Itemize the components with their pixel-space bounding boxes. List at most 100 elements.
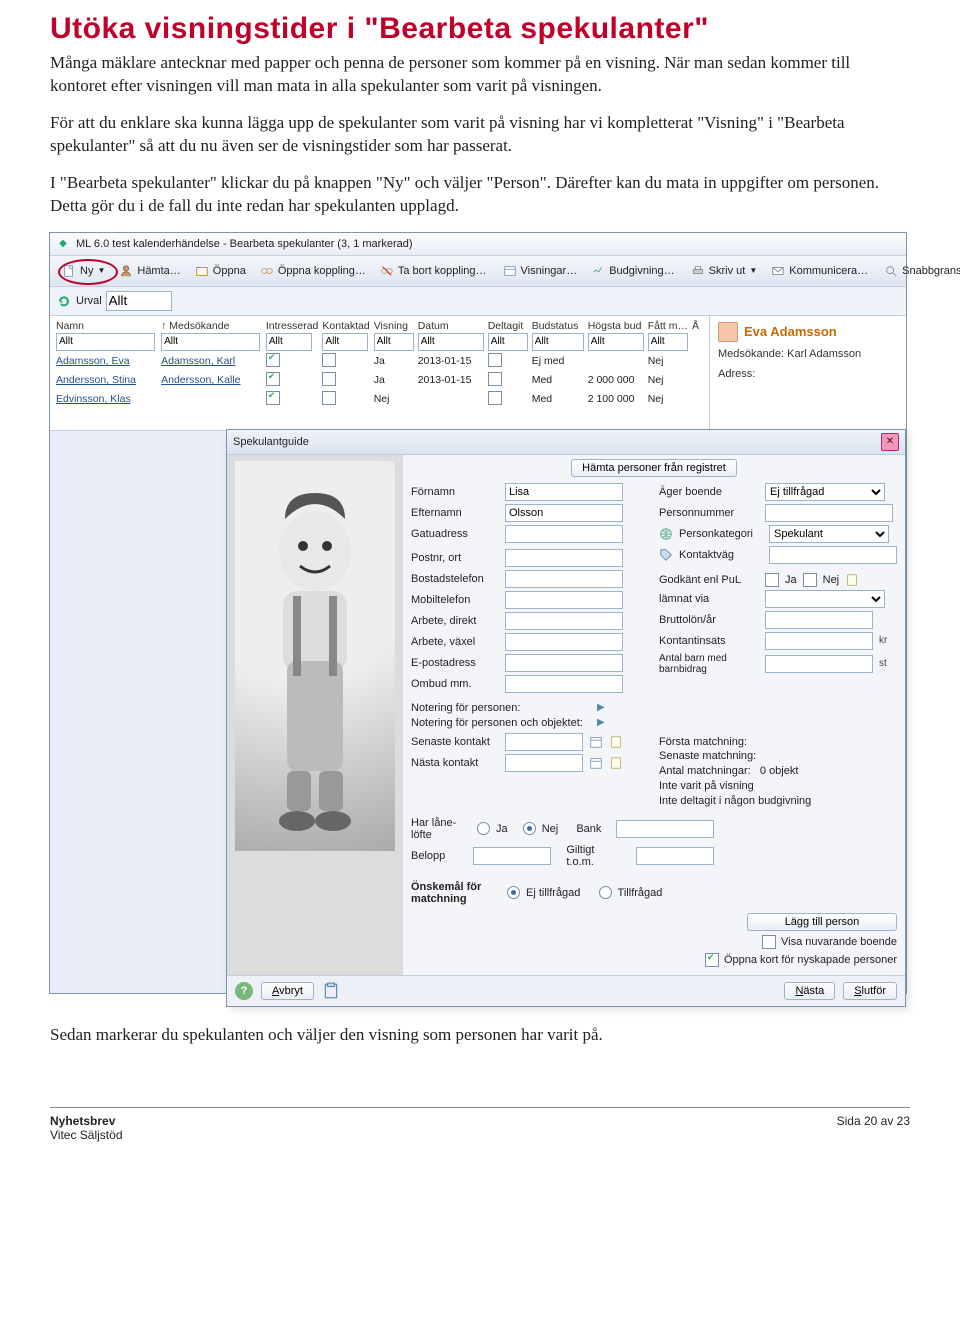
- avatar-icon: [718, 322, 738, 342]
- arbete-direkt-input[interactable]: [505, 612, 623, 630]
- filter-fat[interactable]: [648, 333, 688, 351]
- bank-input[interactable]: [616, 820, 714, 838]
- visningar-button[interactable]: Visningar…: [497, 262, 584, 280]
- onsk-till-radio[interactable]: [599, 886, 612, 899]
- kontant-input[interactable]: [765, 632, 873, 650]
- page-title: Utöka visningstider i "Bearbeta spekulan…: [50, 12, 910, 46]
- filter-hog[interactable]: [588, 333, 644, 351]
- belopp-input[interactable]: [473, 847, 551, 865]
- kontaktvag-input[interactable]: [769, 546, 897, 564]
- footer-page: Sida 20 av 23: [837, 1114, 910, 1142]
- personnr-input[interactable]: [765, 504, 893, 522]
- hamta-button[interactable]: Hämta…: [113, 262, 186, 280]
- help-icon[interactable]: ?: [235, 982, 253, 1000]
- checkbox[interactable]: [266, 391, 280, 405]
- epost-input[interactable]: [505, 654, 623, 672]
- filter-kont[interactable]: [322, 333, 368, 351]
- ager-select[interactable]: Ej tillfrågad: [765, 483, 885, 501]
- table-row[interactable]: Adamsson, EvaAdamsson, Karl Ja2013-01-15…: [56, 352, 703, 371]
- tag-icon[interactable]: [659, 548, 673, 562]
- giltig-input[interactable]: [636, 847, 714, 865]
- senaste-kontakt-input[interactable]: [505, 733, 583, 751]
- new-icon: [62, 264, 76, 278]
- mobil-input[interactable]: [505, 591, 623, 609]
- calendar-icon[interactable]: [589, 735, 603, 749]
- globe-icon[interactable]: [659, 527, 673, 541]
- lanelofte-nej-radio[interactable]: [523, 822, 536, 835]
- calendar-icon[interactable]: [589, 756, 603, 770]
- checkbox[interactable]: [266, 372, 280, 386]
- nasta-kontakt-input[interactable]: [505, 754, 583, 772]
- broker-name: Eva Adamsson: [744, 324, 837, 339]
- oppna-button[interactable]: Öppna: [189, 262, 252, 280]
- filter-intr[interactable]: [266, 333, 312, 351]
- checkbox[interactable]: [322, 391, 336, 405]
- antalbarn-input[interactable]: [765, 655, 873, 673]
- bidding-icon: [591, 264, 605, 278]
- checkbox[interactable]: [488, 353, 502, 367]
- footer-subtitle: Vitec Säljstöd: [50, 1128, 123, 1142]
- filter-bud[interactable]: [532, 333, 584, 351]
- slutfor-button[interactable]: Slutför: [843, 982, 897, 1000]
- tabort-koppling-button[interactable]: Ta bort koppling…: [374, 262, 493, 280]
- filter-vis[interactable]: [374, 333, 414, 351]
- refresh-icon[interactable]: [56, 293, 72, 309]
- broker-card: Eva Adamsson: [718, 322, 898, 342]
- nasta-button[interactable]: Nästa: [784, 982, 835, 1000]
- pul-ja-check[interactable]: [765, 573, 779, 587]
- grid-filter-row: [56, 332, 703, 352]
- note-icon[interactable]: [845, 573, 859, 587]
- budgivning-button[interactable]: Budgivning…: [585, 262, 680, 280]
- checkbox[interactable]: [322, 372, 336, 386]
- matching-info: Första matchning: Senaste matchning: Ant…: [659, 735, 897, 809]
- table-row[interactable]: Edvinsson, Klas Nej Med2 100 000Nej: [56, 390, 703, 409]
- filter-delt[interactable]: [488, 333, 528, 351]
- dialog-title: Spekulantguide: [233, 436, 309, 448]
- ombud-input[interactable]: [505, 675, 623, 693]
- table-row[interactable]: Andersson, StinaAndersson, Kalle Ja2013-…: [56, 371, 703, 390]
- note-icon[interactable]: [609, 756, 623, 770]
- lanelofte-ja-radio[interactable]: [477, 822, 490, 835]
- after-paragraph: Sedan markerar du spekulanten och väljer…: [50, 1024, 910, 1047]
- preview-icon: [884, 264, 898, 278]
- kommunicera-button[interactable]: Kommunicera…: [765, 262, 874, 280]
- filter-med[interactable]: [161, 333, 260, 351]
- checkbox[interactable]: [266, 353, 280, 367]
- snabbgranska-button[interactable]: Snabbgrans: [878, 262, 960, 280]
- personkategori-select[interactable]: Spekulant: [769, 525, 889, 543]
- urval-input[interactable]: [106, 291, 172, 311]
- postnr-input[interactable]: [505, 549, 623, 567]
- oppna-koppling-button[interactable]: Öppna koppling…: [254, 262, 372, 280]
- gatuadress-input[interactable]: [505, 525, 623, 543]
- checkbox[interactable]: [488, 391, 502, 405]
- onsk-ej-radio[interactable]: [507, 886, 520, 899]
- expand-icon[interactable]: ▶: [597, 702, 605, 713]
- bostadstelefon-input[interactable]: [505, 570, 623, 588]
- arbete-vaxel-input[interactable]: [505, 633, 623, 651]
- fornamn-input[interactable]: [505, 483, 623, 501]
- brutto-input[interactable]: [765, 611, 873, 629]
- clipboard-icon[interactable]: [322, 982, 340, 1000]
- note-icon[interactable]: [609, 735, 623, 749]
- communicate-icon: [771, 264, 785, 278]
- lamnatvia-select[interactable]: [765, 590, 885, 608]
- speculator-grid: Namn↑ Medsökande IntresseradKontaktad Vi…: [50, 316, 709, 430]
- close-button[interactable]: ✕: [881, 433, 899, 451]
- filter-namn[interactable]: [56, 333, 155, 351]
- open-icon: [195, 264, 209, 278]
- main-content: Namn↑ Medsökande IntresseradKontaktad Vi…: [50, 316, 906, 431]
- window-titlebar: ◆ ML 6.0 test kalenderhändelse - Bearbet…: [50, 233, 906, 256]
- expand-icon[interactable]: ▶: [597, 717, 605, 728]
- visa-boende-check[interactable]: [762, 935, 776, 949]
- filter-datum[interactable]: [418, 333, 484, 351]
- fetch-registry-button[interactable]: Hämta personer från registret: [571, 459, 737, 477]
- efternamn-input[interactable]: [505, 504, 623, 522]
- lagg-till-person-button[interactable]: Lägg till person: [747, 913, 897, 931]
- checkbox[interactable]: [322, 353, 336, 367]
- checkbox[interactable]: [488, 372, 502, 386]
- oppna-kort-check[interactable]: [705, 953, 719, 967]
- ny-button[interactable]: Ny ▼: [56, 262, 111, 280]
- skrivut-button[interactable]: Skriv ut ▼: [685, 262, 764, 280]
- pul-nej-check[interactable]: [803, 573, 817, 587]
- avbryt-button[interactable]: Avbryt: [261, 982, 314, 1000]
